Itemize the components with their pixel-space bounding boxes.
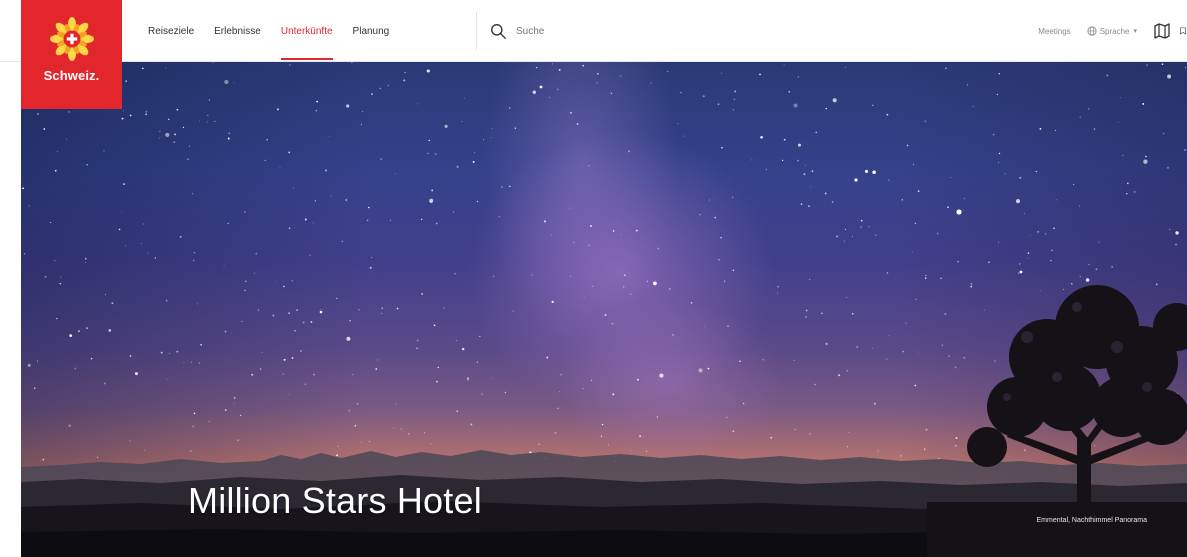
globe-icon — [1087, 26, 1097, 36]
top-header: Reiseziele Erlebnisse Unterkünfte Planun… — [0, 0, 1187, 62]
meetings-link[interactable]: Meetings — [1038, 27, 1070, 36]
nav-item-planung[interactable]: Planung — [353, 0, 390, 62]
main-nav: Reiseziele Erlebnisse Unterkünfte Planun… — [148, 0, 409, 62]
utility-nav: Meetings Sprache ▾ — [1038, 0, 1187, 62]
nav-divider — [476, 12, 477, 50]
schweiz-logo[interactable]: Schweiz. — [21, 0, 122, 109]
nav-item-unterkuenfte[interactable]: Unterkünfte — [280, 0, 333, 62]
search-icon[interactable] — [490, 23, 507, 40]
nav-item-reiseziele[interactable]: Reiseziele — [148, 0, 194, 62]
logo-text: Schweiz. — [43, 68, 100, 83]
swiss-flower-icon — [49, 17, 94, 61]
language-selector[interactable]: Sprache ▾ — [1087, 26, 1137, 36]
search-input[interactable] — [516, 25, 676, 37]
chevron-down-icon: ▾ — [1133, 28, 1137, 35]
page: Million Stars Hotel Emmental, Nachthimme… — [0, 0, 1187, 557]
language-label: Sprache — [1099, 26, 1130, 36]
map-icon[interactable] — [1153, 22, 1171, 40]
hero-title: Million Stars Hotel — [188, 480, 482, 521]
hero-caption: Emmental, Nachthimmel Panorama — [1036, 517, 1148, 524]
nav-item-erlebnisse[interactable]: Erlebnisse — [214, 0, 261, 62]
meetings-label: Meetings — [1038, 26, 1071, 36]
tree-silhouette — [927, 285, 1187, 557]
search-box[interactable] — [490, 17, 676, 45]
bookmark-icon[interactable] — [1179, 22, 1187, 40]
hero-image: Million Stars Hotel Emmental, Nachthimme… — [21, 62, 1187, 557]
